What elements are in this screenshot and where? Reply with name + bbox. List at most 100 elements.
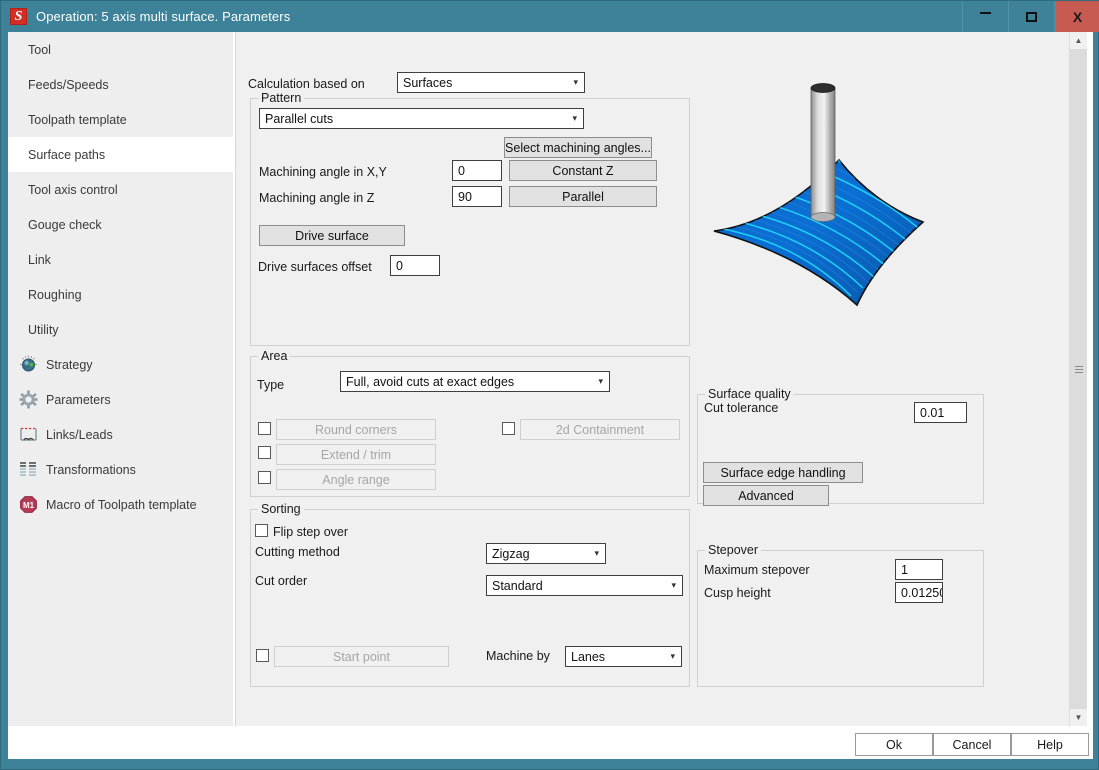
angle-range-checkbox[interactable] (258, 471, 271, 484)
close-button[interactable]: X (1054, 1, 1099, 32)
ok-label: Ok (886, 737, 902, 752)
cut-order-select[interactable]: Standard ▾ (486, 575, 683, 596)
tool-tip (810, 212, 836, 222)
machining-angle-z-input[interactable]: 90 (452, 186, 502, 207)
2d-containment-checkbox[interactable] (502, 422, 515, 435)
angle-range-button[interactable]: Angle range (276, 469, 436, 490)
extend-trim-button[interactable]: Extend / trim (276, 444, 436, 465)
select-machining-angles-button[interactable]: Select machining angles... (504, 137, 652, 158)
extend-trim-label: Extend / trim (320, 447, 392, 462)
surface-edge-handling-button[interactable]: Surface edge handling (703, 462, 863, 483)
maximize-button[interactable] (1008, 1, 1054, 32)
machine-by-label: Machine by (486, 649, 550, 663)
sidebar-item-link[interactable]: Link (8, 242, 233, 277)
chevron-down-icon: ▾ (670, 651, 675, 661)
maximum-stepover-label: Maximum stepover (704, 563, 810, 577)
cusp-height-input[interactable]: 0.01250 (895, 582, 943, 603)
cusp-height-label: Cusp height (704, 586, 771, 600)
area-type-value: Full, avoid cuts at exact edges (346, 374, 515, 389)
machining-angle-xy-value: 0 (458, 163, 465, 178)
cancel-button[interactable]: Cancel (933, 733, 1011, 756)
round-corners-label: Round corners (315, 422, 397, 437)
area-type-select[interactable]: Full, avoid cuts at exact edges ▾ (340, 371, 610, 392)
sidebar-item-gouge-check[interactable]: Gouge check (8, 207, 233, 242)
dial-knob-icon (19, 355, 38, 374)
chevron-down-icon: ▾ (594, 548, 599, 558)
navigation-sidebar[interactable]: Tool Feeds/Speeds Toolpath template Surf… (8, 32, 234, 726)
round-corners-checkbox[interactable] (258, 422, 271, 435)
parallel-button[interactable]: Parallel (509, 186, 657, 207)
cutting-method-label: Cutting method (255, 545, 340, 559)
scroll-down-button[interactable]: ▼ (1070, 709, 1087, 726)
constant-z-label: Constant Z (552, 163, 614, 178)
scroll-up-button[interactable]: ▲ (1070, 32, 1087, 49)
start-point-checkbox[interactable] (256, 649, 269, 662)
area-type-label: Type (257, 378, 285, 392)
sidebar-item-label: Transformations (46, 462, 136, 477)
chevron-down-icon: ▼ (1074, 713, 1083, 722)
sidebar-item-transformations[interactable]: Transformations (8, 452, 233, 487)
scrollbar-grip-icon (1075, 365, 1083, 373)
drive-surfaces-offset-input[interactable]: 0 (390, 255, 440, 276)
sidebar-item-parameters[interactable]: Parameters (8, 382, 233, 417)
toolpath-preview (691, 60, 1079, 345)
drive-surface-label: Drive surface (295, 228, 369, 243)
ok-button[interactable]: Ok (855, 733, 933, 756)
sidebar-item-label: Strategy (46, 357, 93, 372)
tool-shaft (810, 87, 836, 219)
sidebar-item-feeds-speeds[interactable]: Feeds/Speeds (8, 67, 233, 102)
calculation-based-on-select[interactable]: Surfaces ▾ (397, 72, 585, 93)
sidebar-item-surface-paths[interactable]: Surface paths (8, 137, 233, 172)
machining-angle-xy-input[interactable]: 0 (452, 160, 502, 181)
minimize-button[interactable] (962, 1, 1008, 32)
sidebar-item-roughing[interactable]: Roughing (8, 277, 233, 312)
maximum-stepover-value: 1 (901, 562, 908, 577)
pattern-type-select[interactable]: Parallel cuts ▾ (259, 108, 584, 129)
drive-surfaces-offset-label: Drive surfaces offset (258, 260, 372, 274)
vertical-scrollbar[interactable]: ▲ ▼ (1069, 32, 1087, 726)
leads-arc-icon (19, 425, 38, 444)
start-point-button[interactable]: Start point (274, 646, 449, 667)
cut-tolerance-input[interactable]: 0.01 (914, 402, 967, 423)
macro-m1-icon: M1 (19, 495, 38, 514)
app-logo-icon: S (10, 8, 27, 25)
sidebar-item-strategy[interactable]: Strategy (8, 347, 233, 382)
cutting-method-select[interactable]: Zigzag ▾ (486, 543, 606, 564)
sidebar-item-label: Feeds/Speeds (28, 77, 109, 92)
drive-surfaces-offset-value: 0 (396, 258, 403, 273)
cut-tolerance-label: Cut tolerance (704, 401, 779, 415)
cutting-method-value: Zigzag (492, 546, 530, 561)
sidebar-item-utility[interactable]: Utility (8, 312, 233, 347)
gear-icon (19, 390, 38, 409)
sidebar-item-macro-toolpath-template[interactable]: M1 Macro of Toolpath template (8, 487, 233, 522)
start-point-label: Start point (333, 649, 390, 664)
scrollbar-thumb[interactable] (1070, 49, 1087, 709)
select-machining-angles-label: Select machining angles... (505, 140, 651, 155)
machine-by-select[interactable]: Lanes ▾ (565, 646, 682, 667)
round-corners-button[interactable]: Round corners (276, 419, 436, 440)
cusp-height-value: 0.01250 (901, 585, 943, 600)
drive-surface-button[interactable]: Drive surface (259, 225, 405, 246)
maximize-icon (1026, 11, 1037, 22)
2d-containment-button[interactable]: 2d Containment (520, 419, 680, 440)
maximum-stepover-input[interactable]: 1 (895, 559, 943, 580)
sidebar-item-toolpath-template[interactable]: Toolpath template (8, 102, 233, 137)
help-button[interactable]: Help (1011, 733, 1089, 756)
minimize-icon (980, 11, 991, 14)
extend-trim-checkbox[interactable] (258, 446, 271, 459)
calculation-based-on-label: Calculation based on (248, 77, 365, 91)
sidebar-item-links-leads[interactable]: Links/Leads (8, 417, 233, 452)
sidebar-item-label: Toolpath template (28, 112, 127, 127)
sidebar-item-tool-axis-control[interactable]: Tool axis control (8, 172, 233, 207)
surface-quality-group-title: Surface quality (705, 387, 794, 401)
sidebar-item-label: Macro of Toolpath template (46, 497, 197, 512)
window-title: Operation: 5 axis multi surface. Paramet… (36, 9, 291, 24)
title-bar: S Operation: 5 axis multi surface. Param… (1, 1, 1099, 32)
dialog-client: Tool Feeds/Speeds Toolpath template Surf… (8, 32, 1093, 759)
machining-angle-xy-label: Machining angle in X,Y (259, 165, 387, 179)
sidebar-item-tool[interactable]: Tool (8, 32, 233, 67)
flip-step-over-checkbox[interactable] (255, 524, 268, 537)
sidebar-item-label: Links/Leads (46, 427, 113, 442)
constant-z-button[interactable]: Constant Z (509, 160, 657, 181)
advanced-button[interactable]: Advanced (703, 485, 829, 506)
